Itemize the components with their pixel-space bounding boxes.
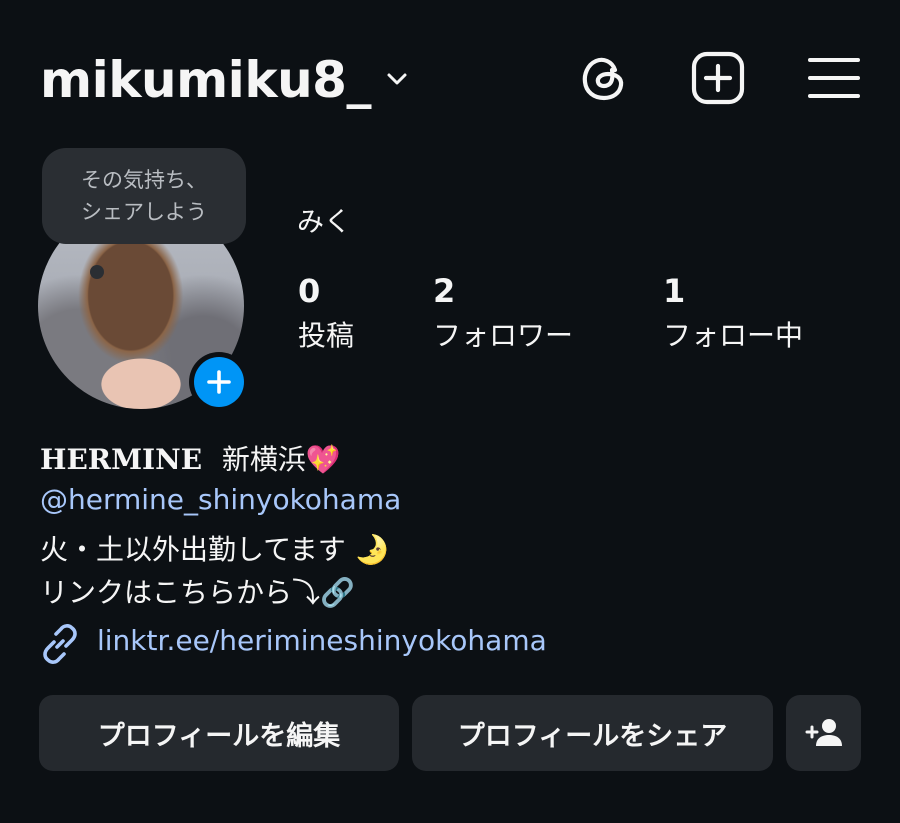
- posts-count[interactable]: 0: [298, 272, 320, 310]
- bio-text: リンクはこちらから⤵︎: [40, 576, 321, 609]
- display-name: みく: [297, 207, 351, 238]
- following-label[interactable]: フォロー中: [663, 314, 803, 354]
- bio-line: HERMINE 新横浜💖: [40, 438, 341, 478]
- link-emoji-icon: 🔗: [320, 576, 355, 609]
- following-count[interactable]: 1: [663, 272, 685, 310]
- bio-place: 新横浜: [221, 443, 306, 476]
- note-bubble-line: その気持ち、: [81, 168, 207, 192]
- menu-icon[interactable]: [806, 50, 862, 106]
- note-bubble[interactable]: その気持ち、 シェアしよう: [42, 148, 246, 244]
- discover-people-button[interactable]: [786, 695, 861, 771]
- followers-count[interactable]: 2: [433, 272, 455, 310]
- note-bubble-tail: [90, 265, 104, 279]
- threads-icon[interactable]: [576, 50, 632, 106]
- posts-label[interactable]: 投稿: [298, 314, 354, 354]
- chevron-down-icon[interactable]: [384, 66, 410, 92]
- add-person-icon: [805, 719, 842, 746]
- bio-line: リンクはこちらから⤵︎🔗: [40, 571, 355, 611]
- bio-text: 火・土以外出勤してます: [40, 533, 346, 566]
- bio-line: 火・土以外出勤してます 🌛: [40, 528, 390, 568]
- add-story-button[interactable]: [189, 352, 249, 412]
- profile-username[interactable]: mikumiku8_: [40, 52, 371, 108]
- sparkling-heart-icon: 💖: [305, 443, 341, 476]
- bio-mention-link[interactable]: @hermine_shinyokohama: [40, 483, 401, 516]
- link-icon: [43, 624, 77, 664]
- profile-external-link[interactable]: linktr.ee/herimineshinyokohama: [97, 624, 547, 657]
- followers-label[interactable]: フォロワー: [433, 314, 573, 354]
- moon-icon: 🌛: [354, 533, 390, 566]
- bio-brand: HERMINE: [40, 443, 203, 476]
- plus-icon: [207, 370, 231, 394]
- share-profile-button[interactable]: プロフィールをシェア: [412, 695, 773, 771]
- edit-profile-button[interactable]: プロフィールを編集: [39, 695, 399, 771]
- new-post-icon[interactable]: [690, 50, 746, 106]
- note-bubble-line: シェアしよう: [81, 200, 207, 224]
